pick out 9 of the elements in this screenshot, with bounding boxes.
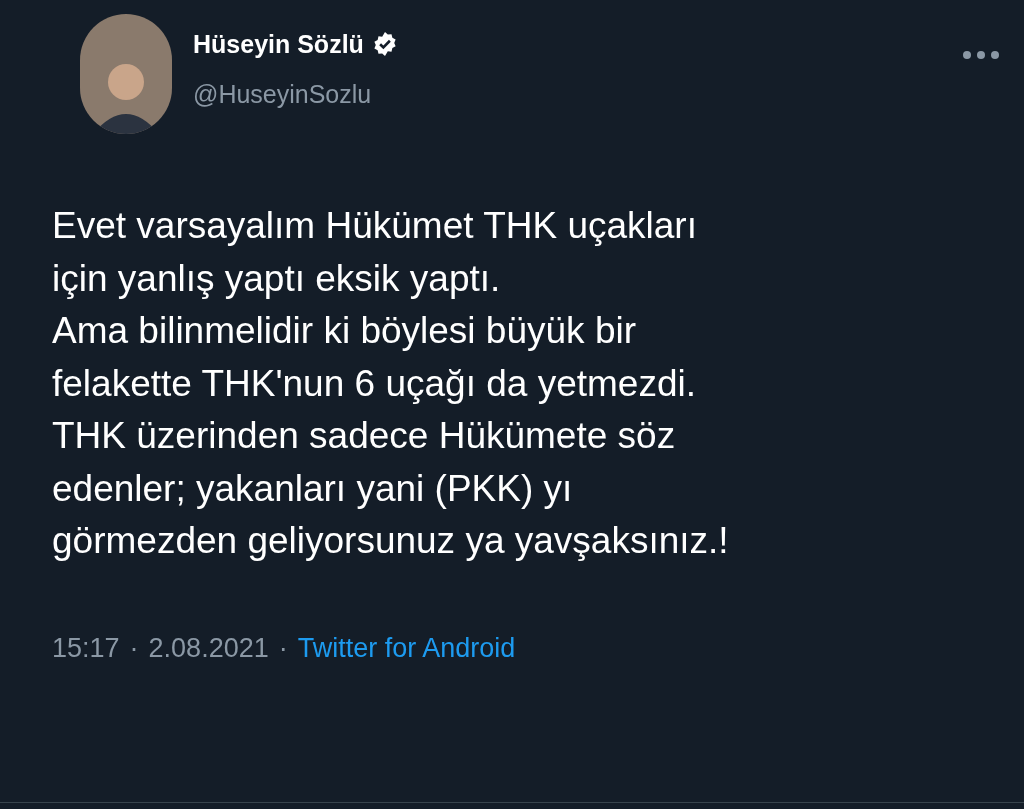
more-options-icon[interactable] [962,50,1000,60]
separator-dot: · [278,631,288,665]
tweet-text: Evet varsayalım Hükümet THK uçakları için yanlış yaptı eksik yaptı. Ama bilinmelidir ki böylesi büyük bir felakette THK'nun 6 uçağı da yetmezdi. THK üzerinden sadece Hükümete söz edenler; yakanları yani (PKK) yı görmezden geliyorsunuz ya yavşaksınız.! [52,204,729,563]
source-link[interactable]: Twitter for Android [297,627,516,668]
separator-dot: · [129,631,139,665]
author-name[interactable]: Hüseyin Sözlü [193,28,364,60]
author-handle[interactable]: @HuseyinSozlu [193,78,398,110]
tweet-time: 15:17 [52,631,120,665]
tweet-date: 2.08.2021 [148,631,269,665]
